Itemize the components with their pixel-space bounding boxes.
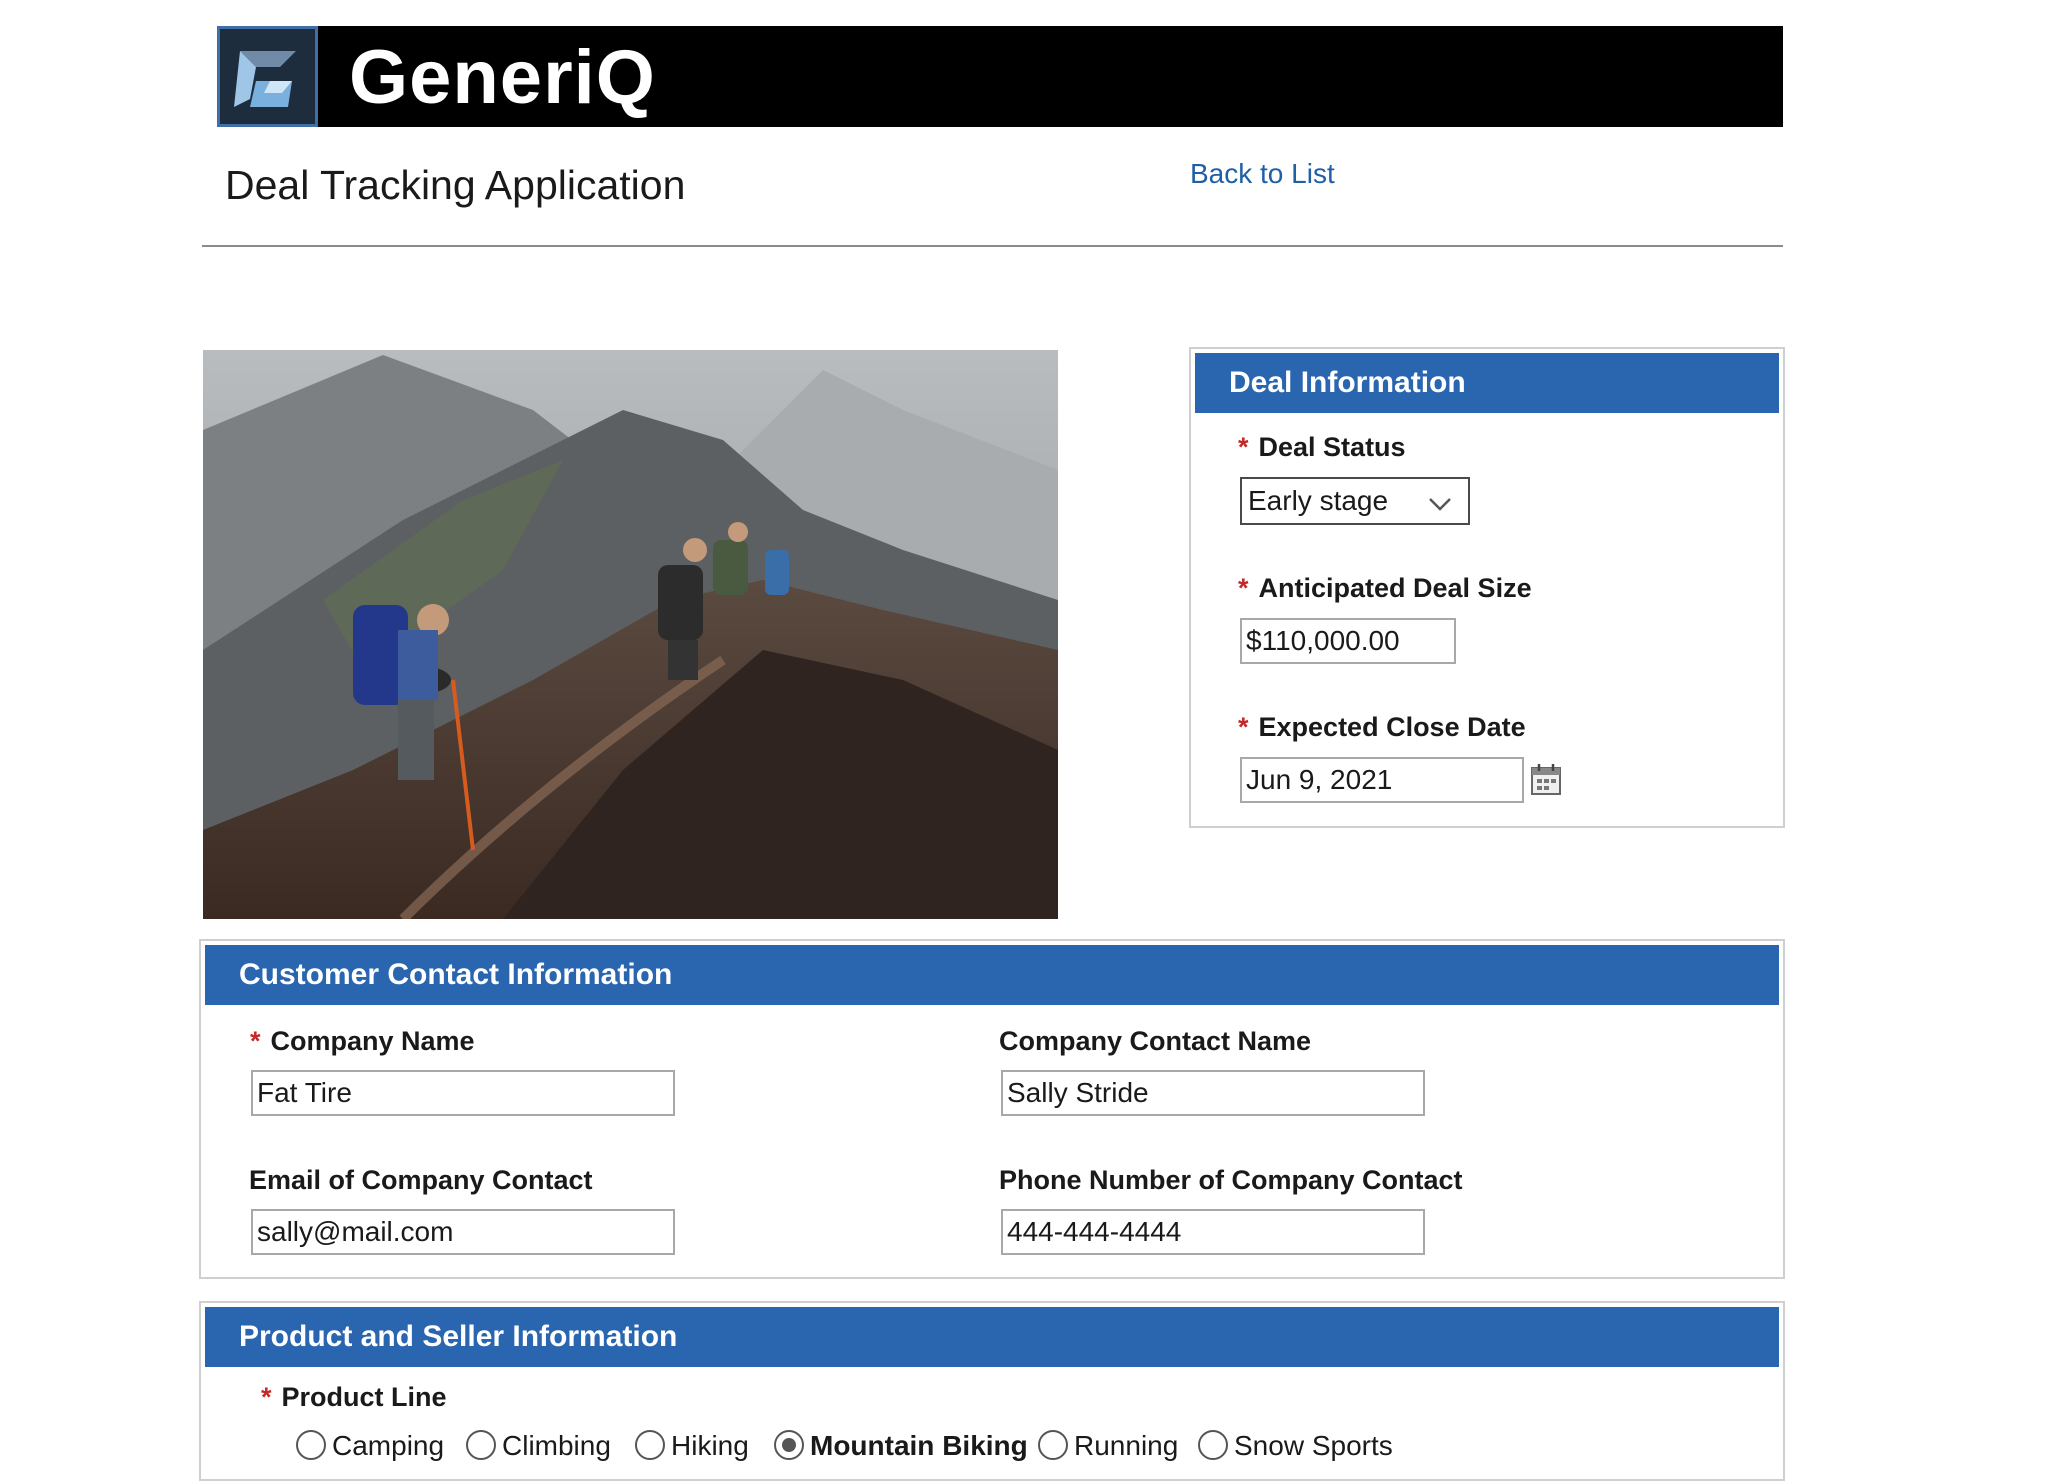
company-contact-name-input[interactable] xyxy=(1001,1070,1425,1116)
radio-button[interactable] xyxy=(296,1429,326,1460)
hikers-photo xyxy=(203,350,1058,919)
required-marker: * xyxy=(250,1026,261,1056)
deal-size-label: * Anticipated Deal Size xyxy=(1238,573,1532,603)
product-seller-header: Product and Seller Information xyxy=(205,1307,1779,1367)
deal-status-label: * Deal Status xyxy=(1238,432,1406,462)
back-to-list-link[interactable]: Back to List xyxy=(1190,158,1335,190)
generiq-logo-icon xyxy=(217,26,318,127)
required-marker: * xyxy=(1238,432,1249,462)
radio-button[interactable] xyxy=(1198,1429,1228,1460)
email-label: Email of Company Contact xyxy=(249,1165,593,1195)
radio-mountain-biking[interactable]: Mountain Biking xyxy=(774,1429,1028,1464)
radio-button[interactable] xyxy=(1038,1429,1068,1460)
customer-contact-header: Customer Contact Information xyxy=(205,945,1779,1005)
page-title: Deal Tracking Application xyxy=(225,162,686,208)
chevron-down-icon xyxy=(1426,487,1454,531)
phone-label: Phone Number of Company Contact xyxy=(999,1165,1463,1195)
radio-button[interactable] xyxy=(466,1429,496,1460)
radio-camping[interactable]: Camping xyxy=(296,1429,444,1464)
company-contact-name-label: Company Contact Name xyxy=(999,1026,1312,1056)
company-name-input[interactable] xyxy=(251,1070,675,1116)
phone-input[interactable] xyxy=(1001,1209,1425,1255)
radio-running[interactable]: Running xyxy=(1038,1429,1178,1464)
product-line-label: * Product Line xyxy=(261,1382,447,1412)
company-name-label: * Company Name xyxy=(250,1026,475,1056)
close-date-label: * Expected Close Date xyxy=(1238,712,1526,742)
deal-size-input[interactable] xyxy=(1240,618,1456,664)
deal-information-header: Deal Information xyxy=(1195,353,1779,413)
radio-hiking[interactable]: Hiking xyxy=(635,1429,749,1464)
brand-name: GeneriQ xyxy=(349,35,656,120)
close-date-input[interactable] xyxy=(1240,757,1524,803)
deal-status-select[interactable]: Early stage xyxy=(1240,477,1470,525)
radio-snow-sports[interactable]: Snow Sports xyxy=(1198,1429,1393,1464)
radio-climbing[interactable]: Climbing xyxy=(466,1429,611,1464)
brand-banner: GeneriQ xyxy=(217,26,1783,127)
email-input[interactable] xyxy=(251,1209,675,1255)
required-marker: * xyxy=(1238,573,1249,603)
header-divider xyxy=(202,245,1783,247)
calendar-icon[interactable] xyxy=(1530,762,1562,801)
radio-button-selected[interactable] xyxy=(774,1429,804,1460)
required-marker: * xyxy=(261,1382,272,1412)
required-marker: * xyxy=(1238,712,1249,742)
radio-button[interactable] xyxy=(635,1429,665,1460)
